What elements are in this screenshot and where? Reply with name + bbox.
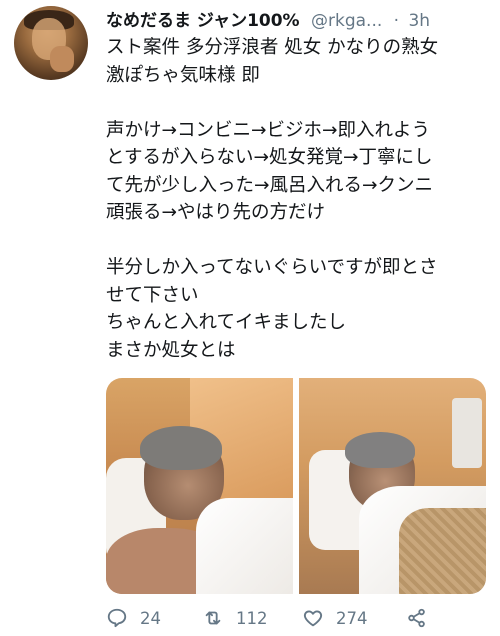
retweet-count: 112: [236, 608, 268, 628]
tweet-line: とするが入らない→処女発覚→丁寧にし: [106, 147, 433, 168]
photo-person-hair: [345, 432, 415, 468]
avatar[interactable]: [14, 6, 88, 80]
tweet-line: スト案件 多分浮浪者 処女 かなりの熟女: [106, 37, 439, 58]
photo-blanket: [399, 508, 486, 594]
tweet-line: ちゃんと入れてイキましたし: [106, 312, 346, 333]
tweet-line: て先が少し入った→風呂入れる→クンニ: [106, 174, 434, 196]
photo-1[interactable]: [106, 378, 293, 594]
photo-lamp: [452, 398, 482, 468]
separator-dot: ·: [393, 11, 400, 31]
tweet-line: 半分しか入ってないぐらいですが即とさ: [106, 257, 438, 278]
like-button[interactable]: 274: [302, 607, 406, 629]
like-count: 274: [336, 608, 368, 628]
tweet-line: 激ぽちゃ気味様 即: [106, 64, 260, 86]
avatar-hand: [50, 46, 74, 72]
timestamp[interactable]: 3h: [408, 11, 430, 31]
tweet-text: スト案件 多分浮浪者 処女 かなりの熟女 激ぽちゃ気味様 即 声かけ→コンビニ→…: [106, 34, 494, 364]
retweet-icon: [205, 611, 221, 625]
photo-2[interactable]: [299, 378, 486, 594]
reply-count: 24: [140, 608, 161, 628]
user-handle[interactable]: @rkga...: [311, 11, 382, 31]
tweet-line: 頑張る→やはり先の方だけ: [106, 202, 326, 223]
retweet-button[interactable]: 112: [202, 607, 302, 629]
share-button[interactable]: [406, 607, 446, 629]
tweet-header: なめだるま ジャン100% @rkga... · 3h: [106, 8, 490, 34]
photo-person-hair: [140, 426, 222, 470]
reply-icon: [107, 608, 127, 628]
reply-button[interactable]: 24: [106, 607, 202, 629]
share-icon: [408, 608, 425, 628]
media-grid: [106, 378, 486, 594]
tweet-line: 声かけ→コンビニ→ビジホ→即入れよう: [106, 119, 431, 141]
photo-sheet: [196, 498, 293, 594]
tweet-line: せて下さい: [106, 284, 199, 306]
display-name[interactable]: なめだるま ジャン100%: [106, 11, 300, 31]
tweet-actions: 24 112 274: [106, 604, 486, 632]
heart-icon: [303, 610, 323, 627]
tweet-line: まさか処女とは: [106, 339, 236, 361]
